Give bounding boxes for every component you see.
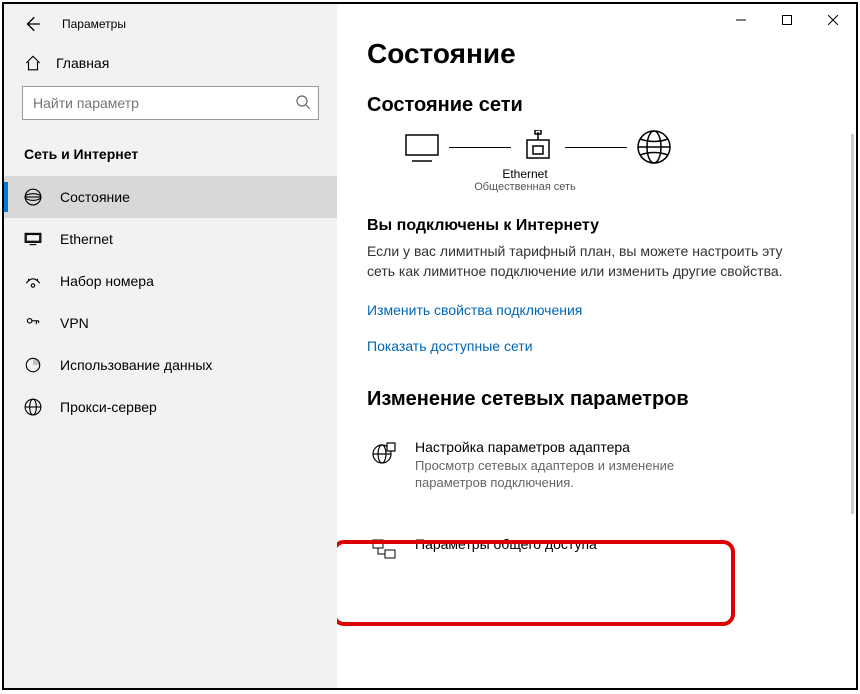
option-title: Параметры общего доступа <box>415 536 597 552</box>
sidebar-item-proxy[interactable]: Прокси-сервер <box>4 386 337 428</box>
sidebar-item-dialup[interactable]: Набор номера <box>4 260 337 302</box>
sidebar-item-label: VPN <box>60 315 89 331</box>
sidebar-item-label: Состояние <box>60 189 130 205</box>
connected-description: Если у вас лимитный тарифный план, вы мо… <box>367 241 787 282</box>
sidebar-item-data-usage[interactable]: Использование данных <box>4 344 337 386</box>
sidebar-item-ethernet[interactable]: Ethernet <box>4 218 337 260</box>
sharing-icon <box>371 536 399 569</box>
connection-type: Общественная сеть <box>455 181 595 193</box>
status-icon <box>24 188 42 206</box>
main-content: Состояние Состояние сети Ethernet Общест… <box>337 4 856 688</box>
router-icon <box>517 131 559 163</box>
option-description: Просмотр сетевых адаптеров и изменение п… <box>415 457 746 492</box>
data-usage-icon <box>24 356 42 374</box>
sidebar-item-status[interactable]: Состояние <box>4 176 337 218</box>
dialup-icon <box>24 272 42 290</box>
pc-icon <box>401 131 443 163</box>
page-title: Состояние <box>367 38 836 70</box>
sidebar-item-label: Использование данных <box>60 357 212 373</box>
back-button[interactable] <box>20 12 44 36</box>
search-icon <box>295 94 311 115</box>
sidebar: Параметры Главная Сеть и Интернет Состоя… <box>4 4 337 688</box>
proxy-icon <box>24 398 42 416</box>
option-sharing-settings[interactable]: Параметры общего доступа <box>361 522 756 583</box>
ethernet-icon <box>24 230 42 248</box>
sidebar-item-label: Ethernet <box>60 231 113 247</box>
globe-icon <box>633 131 675 163</box>
vpn-icon <box>24 314 42 332</box>
link-change-properties[interactable]: Изменить свойства подключения <box>367 302 836 318</box>
sidebar-home-label: Главная <box>56 55 109 71</box>
network-diagram <box>401 131 836 163</box>
window-title: Параметры <box>62 17 126 31</box>
sidebar-item-label: Прокси-сервер <box>60 399 157 415</box>
connection-name: Ethernet <box>455 167 595 181</box>
section-heading-network-status: Состояние сети <box>367 94 836 117</box>
sidebar-home[interactable]: Главная <box>4 44 337 86</box>
adapter-icon <box>371 439 399 492</box>
search-input[interactable] <box>22 86 319 120</box>
option-title: Настройка параметров адаптера <box>415 439 746 455</box>
link-show-networks[interactable]: Показать доступные сети <box>367 338 836 354</box>
option-adapter-settings[interactable]: Настройка параметров адаптера Просмотр с… <box>361 425 756 506</box>
sidebar-item-vpn[interactable]: VPN <box>4 302 337 344</box>
connected-heading: Вы подключены к Интернету <box>367 217 836 235</box>
sidebar-item-label: Набор номера <box>60 273 154 289</box>
section-heading-change-params: Изменение сетевых параметров <box>367 388 836 411</box>
home-icon <box>24 54 42 72</box>
sidebar-section-title: Сеть и Интернет <box>4 138 337 176</box>
scrollbar[interactable] <box>851 134 854 514</box>
